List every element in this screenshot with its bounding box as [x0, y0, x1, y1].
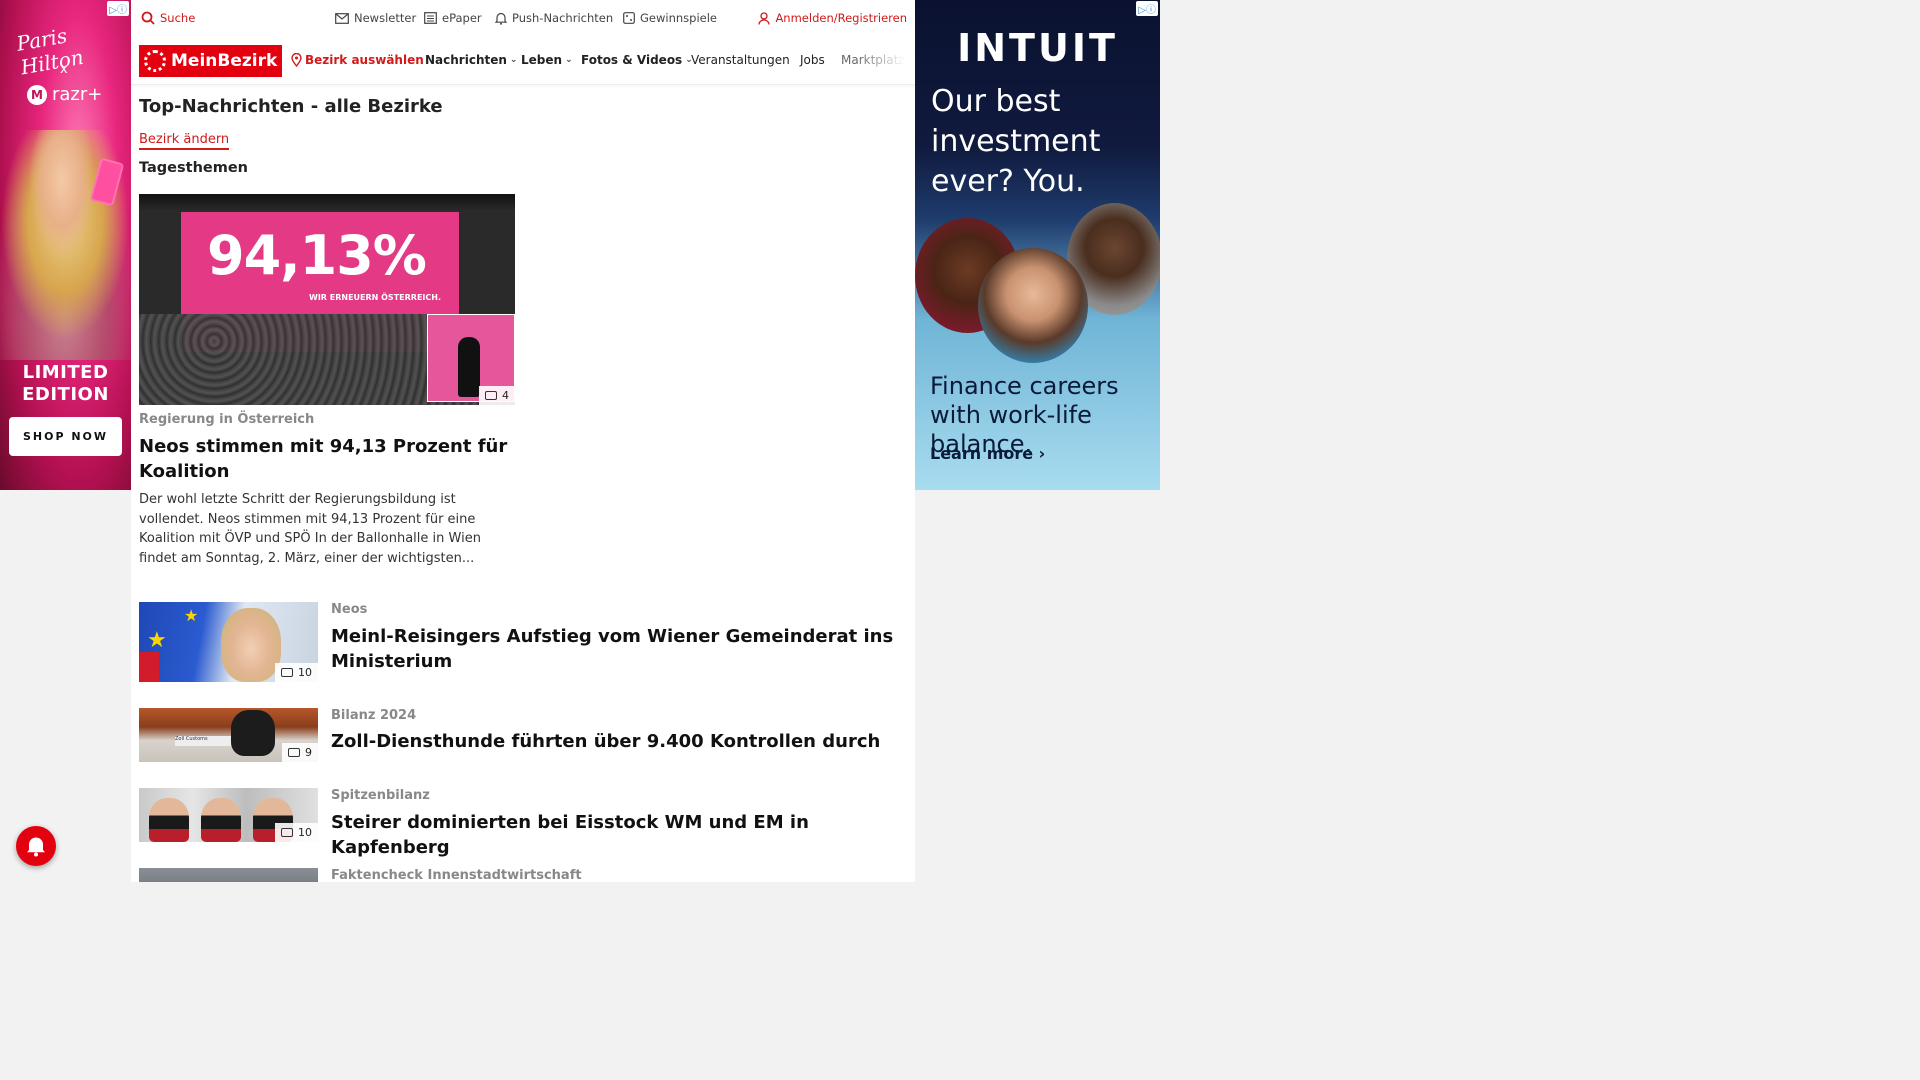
ad-partner-logo: M razr+: [27, 84, 102, 105]
newsletter-link[interactable]: Newsletter: [335, 11, 416, 25]
hero-inset-figure: [458, 337, 480, 397]
gallery-icon: [485, 391, 497, 400]
push-label: Push-Nachrichten: [512, 11, 614, 25]
section-title: Tagesthemen: [139, 160, 249, 176]
hero-headline-link[interactable]: Neos stimmen mit 94,13 Prozent für Koali…: [139, 434, 515, 484]
photo-count-badge: 10: [275, 823, 318, 842]
hero-image-slogan: WIR ERNEUERN ÖSTERREICH.: [309, 293, 441, 302]
hero-article-image[interactable]: 94,13% WIR ERNEUERN ÖSTERREICH. 4: [139, 194, 515, 405]
photo-count-badge: 4: [479, 386, 515, 405]
nav-item-jobs[interactable]: Jobs: [800, 53, 825, 67]
motorola-logo-icon: M: [27, 84, 47, 105]
thumb-red-area: [139, 652, 159, 682]
chevron-down-icon: ⌄: [509, 55, 518, 65]
thumb-dog: [231, 710, 275, 756]
photo-count-badge: 10: [275, 663, 318, 682]
nav-item-veranstaltungen[interactable]: Veranstaltungen: [691, 53, 790, 67]
nav-fotos-label: Fotos & Videos: [581, 53, 683, 67]
main-navigation: MeinBezirk Bezirk auswählen Nachrichten …: [131, 38, 915, 85]
photo-count: 4: [502, 389, 509, 402]
thumb-customs-sign: Zoll Customs: [175, 736, 231, 746]
nav-item-fotos-videos[interactable]: Fotos & Videos ⌄: [581, 53, 693, 67]
ad-brand-signature: Paris Hilton: [14, 23, 86, 80]
nav-veranstaltungen-label: Veranstaltungen: [691, 53, 790, 67]
nav-item-nachrichten[interactable]: Nachrichten ⌄: [425, 53, 517, 67]
hero-teaser: Der wohl letzte Schritt der Regierungsbi…: [139, 492, 481, 566]
ad-logo: INTUIT: [957, 26, 1118, 70]
article-kicker: Spitzenbilanz: [331, 788, 430, 803]
photo-count: 10: [298, 826, 312, 839]
logo-text: MeinBezirk: [171, 51, 278, 71]
page-title: Top-Nachrichten - alle Bezirke: [139, 96, 443, 117]
left-ad-banner[interactable]: ▷ⓘ Paris Hilton x M razr+ LIMITED EDITIO…: [0, 0, 131, 490]
epaper-label: ePaper: [442, 11, 482, 25]
games-label: Gewinnspiele: [640, 11, 717, 25]
thumb-athlete: [201, 798, 241, 842]
photo-count-badge: 9: [282, 743, 318, 762]
select-bezirk-button[interactable]: Bezirk auswählen: [291, 53, 424, 67]
logo-sun-icon: [144, 50, 166, 72]
gallery-icon: [281, 828, 293, 837]
article-kicker: Bilanz 2024: [331, 708, 417, 723]
nav-leben-label: Leben: [521, 53, 563, 67]
nav-jobs-label: Jobs: [800, 53, 825, 67]
epaper-link[interactable]: ePaper: [424, 11, 482, 25]
change-bezirk-link[interactable]: Bezirk ändern: [139, 132, 230, 150]
dice-icon: [623, 12, 635, 24]
article-thumbnail[interactable]: Zoll Customs 9: [139, 708, 318, 762]
notification-bell-button[interactable]: [16, 826, 56, 866]
article-thumbnail[interactable]: 10: [139, 788, 318, 842]
ad-partner-name: razr+: [52, 84, 103, 105]
mail-icon: [335, 12, 349, 24]
main-column: Suche Newsletter ePaper Push-Nachrichten…: [131, 0, 915, 882]
utility-bar: Suche Newsletter ePaper Push-Nachrichten…: [131, 0, 915, 38]
ad-portrait: [978, 248, 1088, 363]
ad-headline: LIMITED EDITION: [22, 362, 109, 405]
newspaper-icon: [424, 12, 437, 24]
nav-item-leben[interactable]: Leben ⌄: [521, 53, 573, 67]
gallery-icon: [281, 668, 293, 677]
article-kicker: Neos: [331, 602, 368, 617]
thumb-athlete: [149, 798, 189, 842]
ad-cross-mark: x: [60, 62, 68, 77]
login-label: Anmelden/Registrieren: [775, 11, 907, 25]
login-register-link[interactable]: Anmelden/Registrieren: [758, 11, 907, 25]
gallery-icon: [288, 748, 300, 757]
meinbezirk-logo[interactable]: MeinBezirk: [139, 45, 282, 77]
article-kicker: Faktencheck Innenstadtwirtschaft: [331, 868, 582, 882]
article-headline-link[interactable]: Steirer dominierten bei Eisstock WM und …: [331, 810, 901, 860]
article-headline-link[interactable]: Zoll-Diensthunde führten über 9.400 Kont…: [331, 729, 901, 754]
article-headline-link[interactable]: Meinl-Reisingers Aufstieg vom Wiener Gem…: [331, 624, 901, 674]
learn-more-link[interactable]: Learn more ›: [930, 444, 1045, 463]
eu-star-icon: ★: [184, 606, 199, 625]
article-thumbnail[interactable]: [139, 868, 318, 882]
nav-nachrichten-label: Nachrichten: [425, 53, 507, 67]
ad-headline: Our best investment ever? You.: [931, 84, 1101, 199]
search-label: Suche: [160, 11, 196, 25]
bell-icon: [495, 12, 507, 25]
push-notifications-link[interactable]: Push-Nachrichten: [495, 11, 613, 25]
shop-now-button[interactable]: SHOP NOW: [9, 417, 122, 456]
search-link[interactable]: Suche: [141, 11, 195, 25]
hero-kicker: Regierung in Österreich: [139, 412, 315, 427]
right-ad-banner[interactable]: ▷ⓘ INTUIT Our best investment ever? You.…: [915, 0, 1160, 490]
chevron-down-icon: ⌄: [565, 55, 573, 65]
search-icon: [141, 11, 155, 25]
select-bezirk-label: Bezirk auswählen: [305, 53, 424, 67]
article-thumbnail[interactable]: ★ ★ 10: [139, 602, 318, 682]
location-pin-icon: [291, 53, 302, 67]
newsletter-label: Newsletter: [354, 11, 417, 25]
nav-scroll-fade: [855, 38, 915, 84]
user-icon: [758, 11, 771, 25]
eu-star-icon: ★: [147, 628, 167, 653]
photo-count: 9: [305, 746, 312, 759]
photo-count: 10: [298, 666, 312, 679]
gewinnspiele-link[interactable]: Gewinnspiele: [623, 11, 717, 25]
adchoices-icon[interactable]: ▷ⓘ: [1136, 1, 1158, 16]
thumb-portrait: [221, 608, 281, 682]
bell-icon: [27, 837, 45, 857]
hero-image-percentage: 94,13%: [207, 224, 427, 287]
